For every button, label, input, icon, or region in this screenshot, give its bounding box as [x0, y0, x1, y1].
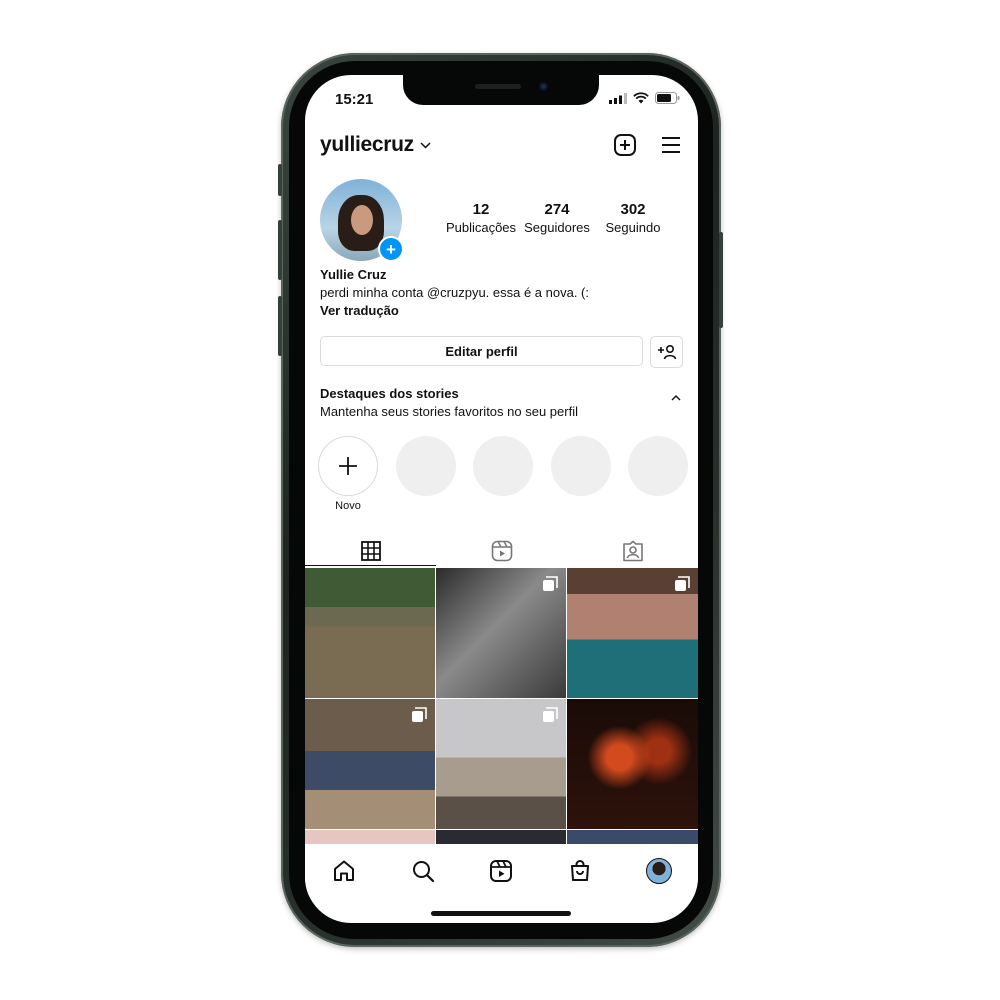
post-thumbnail[interactable] — [305, 568, 435, 698]
stat-following[interactable]: 302 Seguindo — [595, 201, 671, 235]
tab-tagged[interactable] — [567, 535, 698, 567]
post-thumbnail[interactable] — [436, 830, 566, 844]
post-thumbnail[interactable] — [436, 568, 566, 698]
grid-icon — [360, 541, 381, 561]
menu-button[interactable] — [659, 133, 683, 162]
highlights-title: Destaques dos stories — [320, 386, 459, 401]
highlights-subtitle: Mantenha seus stories favoritos no seu p… — [320, 404, 578, 419]
stat-followers[interactable]: 274 Seguidores — [519, 201, 595, 235]
highlight-placeholder — [396, 436, 456, 496]
shopping-bag-icon — [571, 860, 590, 881]
add-person-icon — [657, 344, 676, 360]
reels-icon — [490, 860, 513, 882]
nav-home[interactable] — [305, 845, 384, 897]
status-icons — [609, 92, 680, 104]
cellular-signal-icon — [609, 92, 627, 104]
tab-reels[interactable] — [436, 535, 567, 567]
post-thumbnail[interactable] — [436, 699, 566, 829]
active-tab-indicator — [305, 565, 436, 566]
stat-followers-label: Seguidores — [524, 220, 590, 235]
highlight-placeholder — [551, 436, 611, 496]
status-time: 15:21 — [335, 91, 374, 108]
tagged-person-icon — [622, 540, 643, 562]
see-translation-link[interactable]: Ver tradução — [320, 303, 399, 318]
battery-icon — [655, 92, 680, 104]
stat-following-label: Seguindo — [605, 220, 661, 235]
avatar-face-shape — [351, 205, 373, 235]
post-thumbnail[interactable] — [567, 568, 698, 698]
carousel-icon — [675, 576, 690, 591]
new-highlight-label: Novo — [335, 500, 361, 512]
plus-icon — [339, 457, 357, 475]
nav-reels[interactable] — [462, 845, 541, 897]
highlights-collapse-button[interactable] — [671, 388, 681, 406]
carousel-icon — [543, 707, 558, 722]
speaker — [475, 84, 521, 89]
highlight-placeholder — [473, 436, 533, 496]
profile-avatar-small — [645, 858, 672, 884]
home-indicator — [431, 911, 571, 916]
phone-screen: 15:21 yulliecruz + 12 Publicações 274 Se… — [305, 75, 698, 923]
wifi-icon — [633, 92, 649, 104]
chevron-up-icon — [671, 395, 681, 401]
stat-posts-label: Publicações — [445, 220, 517, 235]
home-icon — [334, 860, 355, 881]
bottom-navigation — [305, 845, 698, 897]
carousel-icon — [543, 576, 558, 591]
front-camera — [539, 82, 548, 91]
carousel-icon — [412, 707, 427, 722]
post-thumbnail[interactable] — [567, 699, 698, 829]
highlight-placeholder — [628, 436, 688, 496]
search-icon — [412, 861, 434, 883]
volume-down-button — [278, 296, 282, 356]
stat-following-value: 302 — [620, 201, 646, 218]
profile-full-name: Yullie Cruz — [320, 267, 387, 282]
mute-switch — [278, 164, 282, 196]
nav-shop[interactable] — [541, 845, 620, 897]
new-highlight-button[interactable] — [318, 436, 378, 496]
username: yulliecruz — [320, 133, 414, 156]
reels-icon — [491, 540, 512, 562]
add-story-plus-icon[interactable]: + — [378, 236, 404, 262]
stat-followers-value: 274 — [544, 201, 570, 218]
volume-up-button — [278, 220, 282, 280]
hamburger-menu-icon — [662, 137, 680, 153]
post-thumbnail[interactable] — [305, 699, 435, 829]
profile-bio: perdi minha conta @cruzpyu. essa é a nov… — [320, 285, 590, 300]
notch — [403, 75, 599, 105]
account-switcher[interactable]: yulliecruz — [320, 133, 431, 157]
stat-posts-value: 12 — [472, 201, 490, 218]
discover-people-button[interactable] — [650, 336, 683, 368]
power-button — [719, 232, 723, 328]
plus-square-icon — [614, 134, 636, 156]
stat-posts[interactable]: 12 Publicações — [443, 201, 519, 235]
chevron-down-icon — [420, 141, 431, 149]
post-thumbnail[interactable] — [305, 830, 435, 844]
edit-profile-button[interactable]: Editar perfil — [320, 336, 643, 366]
nav-search[interactable] — [384, 845, 463, 897]
nav-profile[interactable] — [619, 845, 698, 897]
posts-grid — [305, 568, 698, 844]
create-post-button[interactable] — [613, 133, 637, 162]
tab-posts-grid[interactable] — [305, 535, 436, 567]
post-thumbnail[interactable] — [567, 830, 698, 844]
